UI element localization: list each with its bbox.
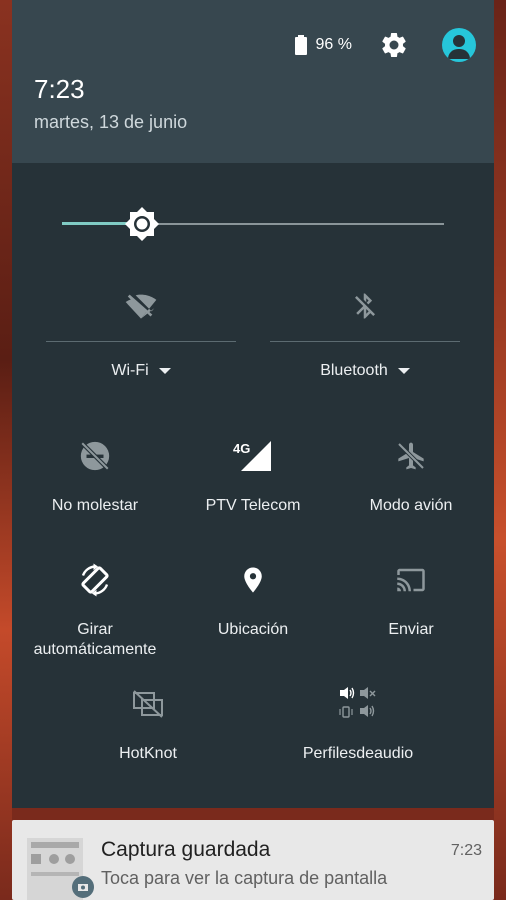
do-not-disturb-label: No molestar <box>51 497 139 514</box>
bluetooth-divider <box>270 341 460 342</box>
cast-icon <box>397 568 425 592</box>
settings-button[interactable] <box>378 29 410 61</box>
wallpaper-edge-right <box>494 0 506 900</box>
tile-mobile-data[interactable]: 4G PTV Telecom <box>173 438 333 516</box>
brightness-thumb[interactable] <box>124 206 160 242</box>
tile-do-not-disturb[interactable]: No molestar <box>15 438 175 516</box>
status-row: 96 % <box>294 28 476 62</box>
audio-profiles-label: Perfilesdeaudio <box>302 745 414 762</box>
hotknot-label: HotKnot <box>119 745 177 762</box>
notification-screenshot-saved[interactable]: Captura guardada Toca para ver la captur… <box>12 820 494 900</box>
battery-icon <box>294 35 307 55</box>
tile-bluetooth[interactable]: Bluetooth <box>270 290 460 390</box>
tile-cast[interactable]: Enviar <box>331 562 491 640</box>
notification-text: Toca para ver la captura de pantalla <box>101 868 388 888</box>
wallpaper-edge-left <box>0 0 12 900</box>
screenshot-icon <box>72 876 94 898</box>
tile-auto-rotate[interactable]: Girar automáticamente <box>15 562 175 660</box>
chevron-down-icon[interactable] <box>158 368 171 374</box>
airplane-mode-label: Modo avión <box>369 497 453 514</box>
account-circle-icon[interactable] <box>442 28 476 62</box>
battery-percent: 96 % <box>315 36 352 53</box>
screen-rotation-icon <box>81 563 109 597</box>
notification-title: Captura guardada <box>101 838 271 861</box>
notification-time: 7:23 <box>450 842 482 859</box>
wifi-off-icon <box>125 294 157 319</box>
battery-indicator[interactable]: 96 % <box>294 35 352 55</box>
gear-icon <box>382 32 406 57</box>
do-not-disturb-off-icon <box>80 441 110 471</box>
clock[interactable]: 7:23 <box>34 74 85 105</box>
date[interactable]: martes, 13 de junio <box>34 112 187 133</box>
chevron-down-icon[interactable] <box>397 368 410 374</box>
quick-settings-header: 96 % 7:23 martes, 13 de junio <box>12 0 494 163</box>
hotknot-icon <box>133 690 163 718</box>
audio-profiles-icon <box>339 687 376 718</box>
location-label: Ubicación <box>217 621 289 638</box>
bluetooth-disabled-icon <box>355 293 375 319</box>
tile-airplane-mode[interactable]: Modo avión <box>331 438 491 516</box>
tile-wifi[interactable]: Wi-Fi <box>46 290 236 390</box>
auto-rotate-label: Girar automáticamente <box>33 621 157 658</box>
svg-text:4G: 4G <box>233 441 250 456</box>
signal-4g-icon: 4G <box>233 441 271 471</box>
quick-settings-panel: 96 % 7:23 martes, 13 de junio Wi-Fi Blue… <box>12 0 494 808</box>
brightness-slider[interactable] <box>62 206 444 242</box>
bluetooth-label: Bluetooth <box>320 362 388 379</box>
airplane-off-icon <box>397 442 425 470</box>
wifi-divider <box>46 341 236 342</box>
tile-location[interactable]: Ubicación <box>173 562 333 640</box>
mobile-data-label: PTV Telecom <box>205 497 301 514</box>
location-pin-icon <box>244 567 262 593</box>
brightness-icon <box>125 207 159 241</box>
tile-hotknot[interactable]: HotKnot <box>68 686 228 764</box>
cast-label: Enviar <box>388 621 434 638</box>
tile-audio-profiles[interactable]: Perfilesdeaudio <box>278 686 438 764</box>
wifi-label: Wi-Fi <box>111 362 149 379</box>
